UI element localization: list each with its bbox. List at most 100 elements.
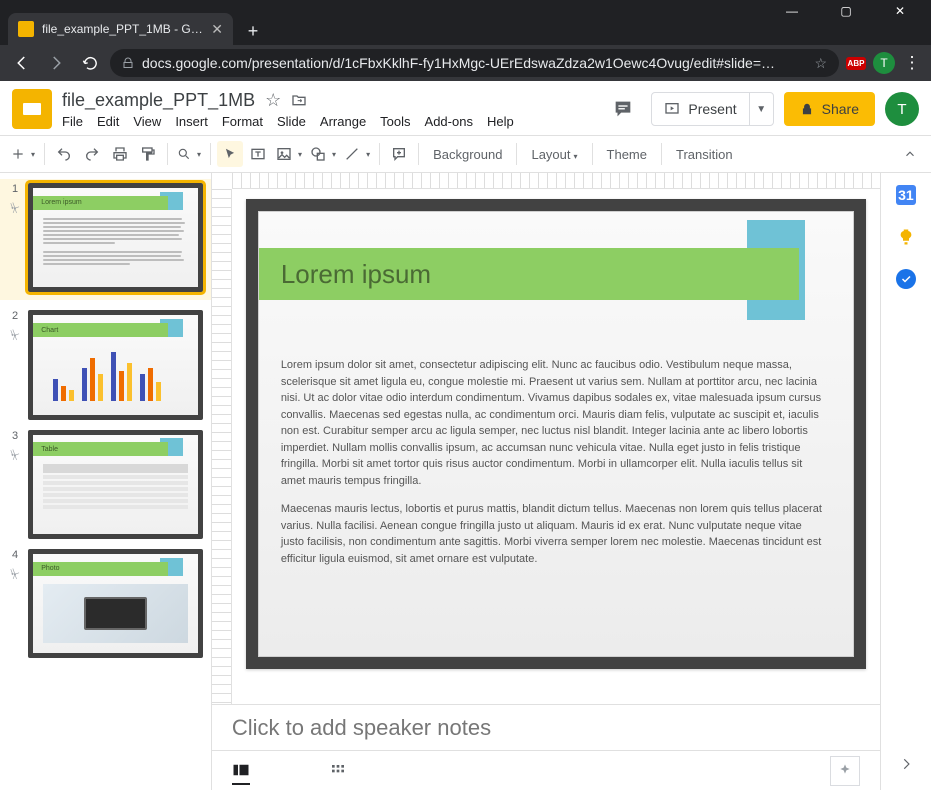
menu-slide[interactable]: Slide <box>277 114 306 129</box>
abp-extension-button[interactable]: ABP <box>845 52 867 74</box>
new-tab-button[interactable]: + <box>239 17 267 45</box>
calendar-addon-button[interactable]: 31 <box>896 185 916 205</box>
collapse-toolbar-button[interactable] <box>897 141 923 167</box>
horizontal-ruler[interactable] <box>232 173 880 189</box>
tasks-addon-button[interactable] <box>896 269 916 289</box>
menu-arrange[interactable]: Arrange <box>320 114 366 129</box>
image-button[interactable] <box>273 141 305 167</box>
forward-button[interactable] <box>42 49 70 77</box>
reload-icon <box>82 55 99 72</box>
side-panel-rail: 31 <box>880 173 931 790</box>
filmstrip-view-button[interactable] <box>232 763 250 785</box>
line-icon <box>344 146 360 162</box>
address-bar: docs.google.com/presentation/d/1cFbxKklh… <box>0 45 931 81</box>
keep-addon-button[interactable] <box>896 227 916 247</box>
slide-thumbnail-4[interactable]: Photo <box>28 549 203 658</box>
textbox-button[interactable] <box>245 141 271 167</box>
slide-thumbnail-3[interactable]: Table <box>28 430 203 539</box>
thumb-row-3[interactable]: 3⏧ Table <box>8 430 203 539</box>
chevron-right-icon <box>899 757 913 771</box>
slide-thumbnails-panel[interactable]: 1⏧ Lorem ipsum 2⏧ Chart <box>0 173 212 790</box>
arrow-right-icon <box>47 54 65 72</box>
menu-format[interactable]: Format <box>222 114 263 129</box>
window-minimize-button[interactable]: — <box>777 4 807 18</box>
thumb-number: 4 <box>12 549 18 561</box>
comment-add-button[interactable] <box>386 141 412 167</box>
share-button[interactable]: Share <box>784 92 875 126</box>
menu-tools[interactable]: Tools <box>380 114 410 129</box>
chevron-up-icon <box>903 147 917 161</box>
menu-insert[interactable]: Insert <box>175 114 208 129</box>
slide-thumbnail-1[interactable]: Lorem ipsum <box>28 183 203 292</box>
bookmark-star-button[interactable]: ☆ <box>814 55 827 72</box>
window-close-button[interactable]: ✕ <box>885 4 915 18</box>
account-avatar-button[interactable]: T <box>885 92 919 126</box>
toolbar: Background Layout Theme Transition <box>0 135 931 173</box>
comment-plus-icon <box>391 146 407 162</box>
slides-app: file_example_PPT_1MB ☆ File Edit View In… <box>0 81 931 790</box>
grid-icon <box>330 763 346 779</box>
keep-icon <box>897 228 915 246</box>
new-slide-button[interactable] <box>8 141 38 167</box>
line-button[interactable] <box>341 141 373 167</box>
print-icon <box>112 146 128 162</box>
browser-menu-button[interactable]: ⋮ <box>901 52 923 74</box>
present-button[interactable]: Present <box>652 101 748 117</box>
thumb-row-4[interactable]: 4 ⏧ Photo <box>8 549 203 658</box>
zoom-button[interactable] <box>174 141 204 167</box>
shape-icon <box>310 146 326 162</box>
slide-title[interactable]: Lorem ipsum <box>259 248 799 300</box>
paint-format-button[interactable] <box>135 141 161 167</box>
reload-button[interactable] <box>76 49 104 77</box>
transition-button[interactable]: Transition <box>668 147 741 162</box>
move-folder-icon <box>291 92 307 108</box>
select-tool-button[interactable] <box>217 141 243 167</box>
tab-close-button[interactable]: ✕ <box>211 21 223 38</box>
url-text: docs.google.com/presentation/d/1cFbxKklh… <box>142 55 806 71</box>
redo-button[interactable] <box>79 141 105 167</box>
menu-edit[interactable]: Edit <box>97 114 119 129</box>
url-field[interactable]: docs.google.com/presentation/d/1cFbxKklh… <box>110 49 839 77</box>
speaker-notes[interactable]: Click to add speaker notes <box>212 704 880 750</box>
slide-body-text[interactable]: Lorem ipsum dolor sit amet, consectetur … <box>281 357 823 579</box>
shape-button[interactable] <box>307 141 339 167</box>
profile-avatar-button[interactable]: T <box>873 52 895 74</box>
hide-side-panel-button[interactable] <box>896 754 916 774</box>
comments-button[interactable] <box>605 91 641 127</box>
workspace: 1⏧ Lorem ipsum 2⏧ Chart <box>0 173 931 790</box>
menu-addons[interactable]: Add-ons <box>425 114 473 129</box>
undo-button[interactable] <box>51 141 77 167</box>
slide-canvas[interactable]: Lorem ipsum Lorem ipsum dolor sit amet, … <box>246 199 866 669</box>
thumb-row-2[interactable]: 2⏧ Chart <box>8 310 203 419</box>
theme-button[interactable]: Theme <box>599 147 655 162</box>
paint-roller-icon <box>140 146 156 162</box>
menu-help[interactable]: Help <box>487 114 514 129</box>
cursor-icon <box>223 147 237 161</box>
browser-tab-active[interactable]: file_example_PPT_1MB - Google ✕ <box>8 13 233 45</box>
attachment-icon: ⏧ <box>10 201 19 216</box>
menu-file[interactable]: File <box>62 114 83 129</box>
layout-button[interactable]: Layout <box>523 147 585 162</box>
thumb-title: Lorem ipsum <box>33 196 168 210</box>
present-dropdown-button[interactable]: ▼ <box>749 93 773 125</box>
background-button[interactable]: Background <box>425 147 510 162</box>
explore-button[interactable] <box>830 756 860 786</box>
undo-icon <box>56 146 72 162</box>
canvas-scroll[interactable]: Lorem ipsum Lorem ipsum dolor sit amet, … <box>232 189 880 704</box>
grid-view-button[interactable] <box>330 763 346 779</box>
slides-favicon-icon <box>18 21 34 37</box>
menu-view[interactable]: View <box>133 114 161 129</box>
back-button[interactable] <box>8 49 36 77</box>
thumb-row-1[interactable]: 1⏧ Lorem ipsum <box>0 179 211 300</box>
window-maximize-button[interactable]: ▢ <box>831 4 861 18</box>
move-document-button[interactable] <box>291 92 307 108</box>
slide-thumbnail-2[interactable]: Chart <box>28 310 203 419</box>
print-button[interactable] <box>107 141 133 167</box>
document-title[interactable]: file_example_PPT_1MB <box>62 90 255 111</box>
attachment-icon: ⏧ <box>10 567 19 582</box>
vertical-ruler[interactable] <box>212 189 232 704</box>
explore-icon <box>837 763 853 779</box>
tasks-icon <box>900 273 912 285</box>
slides-logo-icon[interactable] <box>12 89 52 129</box>
star-document-button[interactable]: ☆ <box>265 90 281 111</box>
